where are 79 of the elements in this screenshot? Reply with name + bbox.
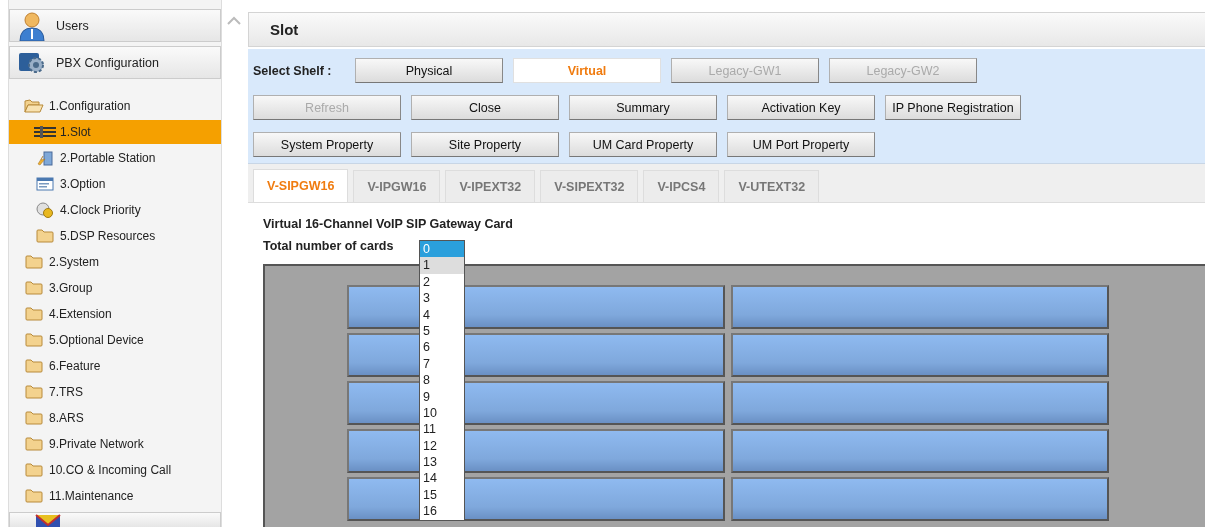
shelf-label: Select Shelf :: [253, 63, 333, 78]
tree-item[interactable]: 5.Optional Device: [9, 327, 221, 353]
folder-icon: [25, 411, 43, 425]
dropdown-option[interactable]: 9: [420, 388, 464, 405]
tree-item[interactable]: 1.Slot: [9, 120, 221, 144]
folder-icon: [25, 333, 43, 347]
card-slot[interactable]: [731, 333, 1109, 377]
menu-panel[interactable]: PBX Configuration: [9, 46, 221, 79]
tree-item[interactable]: 3.Option: [9, 171, 221, 197]
action-button[interactable]: Physical: [355, 58, 503, 83]
panel-label: Users: [56, 18, 89, 33]
tab[interactable]: V-IPCS4: [643, 170, 720, 202]
folder-icon: [36, 229, 54, 243]
panel-label: PBX Configuration: [56, 55, 159, 70]
folder-icon: [25, 281, 43, 295]
card-slot[interactable]: [731, 381, 1109, 425]
window-icon: [36, 177, 54, 191]
user-icon: [18, 10, 46, 41]
cards-label: Total number of cards: [263, 239, 394, 253]
tab[interactable]: V-SIPEXT32: [540, 170, 639, 202]
action-button[interactable]: System Property: [253, 132, 401, 157]
dropdown-option[interactable]: 8: [420, 372, 464, 389]
tree-item[interactable]: 1.Configuration: [9, 93, 221, 119]
tree-item[interactable]: 6.Feature: [9, 353, 221, 379]
list-lines-icon: [34, 126, 56, 138]
folder-icon: [25, 489, 43, 503]
dropdown-option[interactable]: 5: [420, 322, 464, 340]
tree-item[interactable]: 9.Private Network: [9, 431, 221, 457]
dropdown-option[interactable]: 2: [420, 273, 464, 291]
tree-item[interactable]: 10.CO & Incoming Call: [9, 457, 221, 483]
envelope-icon: [34, 513, 62, 527]
action-button[interactable]: IP Phone Registration: [885, 95, 1021, 120]
tree-item[interactable]: 8.ARS: [9, 405, 221, 431]
dropdown-option[interactable]: 15: [420, 486, 464, 504]
action-button[interactable]: Activation Key: [727, 95, 875, 120]
phone-antenna-icon: [36, 150, 54, 166]
dropdown-option[interactable]: 4: [420, 306, 464, 323]
dropdown-option[interactable]: 1: [420, 257, 464, 274]
dropdown-option[interactable]: 11: [420, 421, 464, 438]
dropdown-list[interactable]: 0 1 2 3 4 5 6 7 8 9 10 11 12 13 14 15 16: [419, 240, 465, 521]
dropdown-option[interactable]: 14: [420, 470, 464, 487]
dropdown-option[interactable]: 13: [420, 454, 464, 471]
tree-item[interactable]: 4.Clock Priority: [9, 197, 221, 223]
dropdown-option[interactable]: 16: [420, 503, 464, 520]
tree-item[interactable]: 4.Extension: [9, 301, 221, 327]
dropdown-option[interactable]: 7: [420, 355, 464, 373]
tab[interactable]: V-IPGW16: [353, 170, 441, 202]
card-slot[interactable]: [731, 477, 1109, 521]
clock-icon: [36, 202, 54, 218]
tree-item[interactable]: 3.Group: [9, 275, 221, 301]
tab[interactable]: V-IPEXT32: [445, 170, 536, 202]
action-button[interactable]: Close: [411, 95, 559, 120]
folder-icon: [25, 437, 43, 451]
card-title: Virtual 16-Channel VoIP SIP Gateway Card: [263, 217, 514, 233]
action-button[interactable]: UM Port Property: [727, 132, 875, 157]
tab[interactable]: V-UTEXT32: [724, 170, 820, 202]
folder-icon: [25, 307, 43, 321]
page-title: Slot: [270, 21, 299, 38]
tree-item[interactable]: 7.TRS: [9, 379, 221, 405]
tree-item[interactable]: 5.DSP Resources: [9, 223, 221, 249]
card-slot[interactable]: [731, 429, 1109, 473]
dropdown-option[interactable]: 6: [420, 339, 464, 356]
folder-icon: [25, 255, 43, 269]
dropdown-option[interactable]: 12: [420, 437, 464, 455]
tree-item[interactable]: 11.Maintenance: [9, 483, 221, 509]
menu-panel[interactable]: [9, 512, 221, 527]
dropdown-option[interactable]: 10: [420, 404, 464, 422]
tree-item[interactable]: 2.System: [9, 249, 221, 275]
folder-icon: [25, 385, 43, 399]
action-button[interactable]: UM Card Property: [569, 132, 717, 157]
action-button[interactable]: Summary: [569, 95, 717, 120]
menu-panel[interactable]: Users: [9, 9, 221, 42]
dropdown-option[interactable]: 3: [420, 290, 464, 307]
card-slot[interactable]: [731, 285, 1109, 329]
tree-item[interactable]: 2.Portable Station: [9, 145, 221, 171]
folder-icon: [25, 359, 43, 373]
folder-icon: [25, 463, 43, 477]
open-folder-icon: [24, 99, 44, 113]
action-button[interactable]: Site Property: [411, 132, 559, 157]
